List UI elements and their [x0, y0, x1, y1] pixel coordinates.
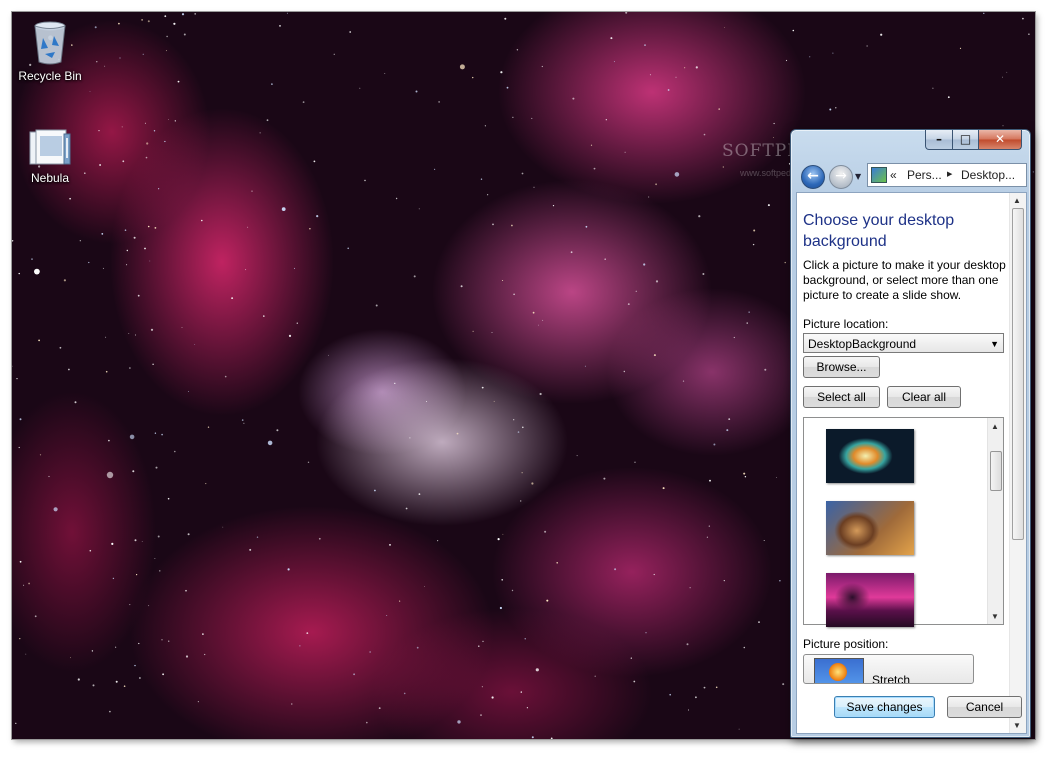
thumbnail-crab-nebula[interactable]	[826, 429, 914, 483]
recycle-bin-desktop-icon[interactable]: Recycle Bin	[15, 18, 85, 83]
maximize-button[interactable]: □	[952, 130, 979, 150]
back-button[interactable]: ←	[801, 165, 825, 189]
breadcrumb-personalization[interactable]: Pers...	[907, 164, 942, 186]
browse-button[interactable]: Browse...	[803, 356, 880, 378]
picture-position-preview-icon	[814, 658, 864, 683]
cancel-button[interactable]: Cancel	[947, 696, 1022, 718]
personalization-window: – □ ✕ ← → ▼ « Pers... ▶ Desktop... Choos…	[790, 129, 1031, 738]
picture-position-dropdown[interactable]: Stretch	[803, 654, 974, 684]
content-scrollbar[interactable]: ▲ ▼	[1009, 193, 1026, 733]
thumbnail-horsehead-nebula[interactable]	[826, 573, 914, 627]
content-scroll-thumb[interactable]	[1012, 208, 1024, 540]
breadcrumb-separator-icon[interactable]: ▶	[947, 164, 952, 186]
control-panel-icon	[871, 167, 887, 183]
select-all-button[interactable]: Select all	[803, 386, 880, 408]
nebula-desktop-icon[interactable]: Nebula	[15, 128, 85, 185]
scroll-up-icon[interactable]: ▲	[991, 422, 999, 431]
page-description: Click a picture to make it your desktop …	[803, 258, 1006, 302]
scroll-down-icon[interactable]: ▼	[1013, 721, 1021, 730]
nebula-icon-label: Nebula	[30, 171, 70, 185]
theme-file-icon	[28, 128, 72, 168]
picture-location-dropdown[interactable]: DesktopBackground ▼	[803, 333, 1004, 353]
forward-button[interactable]: →	[829, 165, 853, 189]
thumbnail-scrollbar[interactable]: ▲ ▼	[987, 418, 1003, 624]
clear-all-button[interactable]: Clear all	[887, 386, 961, 408]
breadcrumb-desktop-background[interactable]: Desktop...	[961, 164, 1015, 186]
recycle-bin-label: Recycle Bin	[18, 69, 82, 83]
scroll-up-icon[interactable]: ▲	[1013, 196, 1021, 205]
scroll-down-icon[interactable]: ▼	[991, 612, 999, 621]
address-overflow-chevron[interactable]: «	[890, 164, 897, 186]
chevron-down-icon: ▼	[990, 339, 999, 349]
page-title: Choose your desktop background	[803, 212, 955, 250]
picture-location-label: Picture location:	[803, 317, 889, 331]
thumbnail-scroll-thumb[interactable]	[990, 451, 1002, 491]
picture-position-value: Stretch	[872, 673, 911, 684]
close-button[interactable]: ✕	[978, 130, 1022, 150]
save-changes-button[interactable]: Save changes	[834, 696, 935, 718]
picture-thumbnail-list[interactable]: ▲ ▼	[803, 417, 1004, 627]
recycle-bin-icon	[32, 18, 68, 66]
minimize-button[interactable]: –	[925, 130, 953, 150]
thumbnail-pillars-nebula[interactable]	[826, 501, 914, 555]
picture-location-value: DesktopBackground	[808, 337, 917, 351]
address-bar[interactable]: « Pers... ▶ Desktop...	[867, 163, 1027, 187]
content-pane: Choose your desktop background Click a p…	[796, 192, 1027, 734]
picture-position-label: Picture position:	[803, 637, 889, 651]
recent-pages-dropdown-icon[interactable]: ▼	[855, 172, 861, 181]
